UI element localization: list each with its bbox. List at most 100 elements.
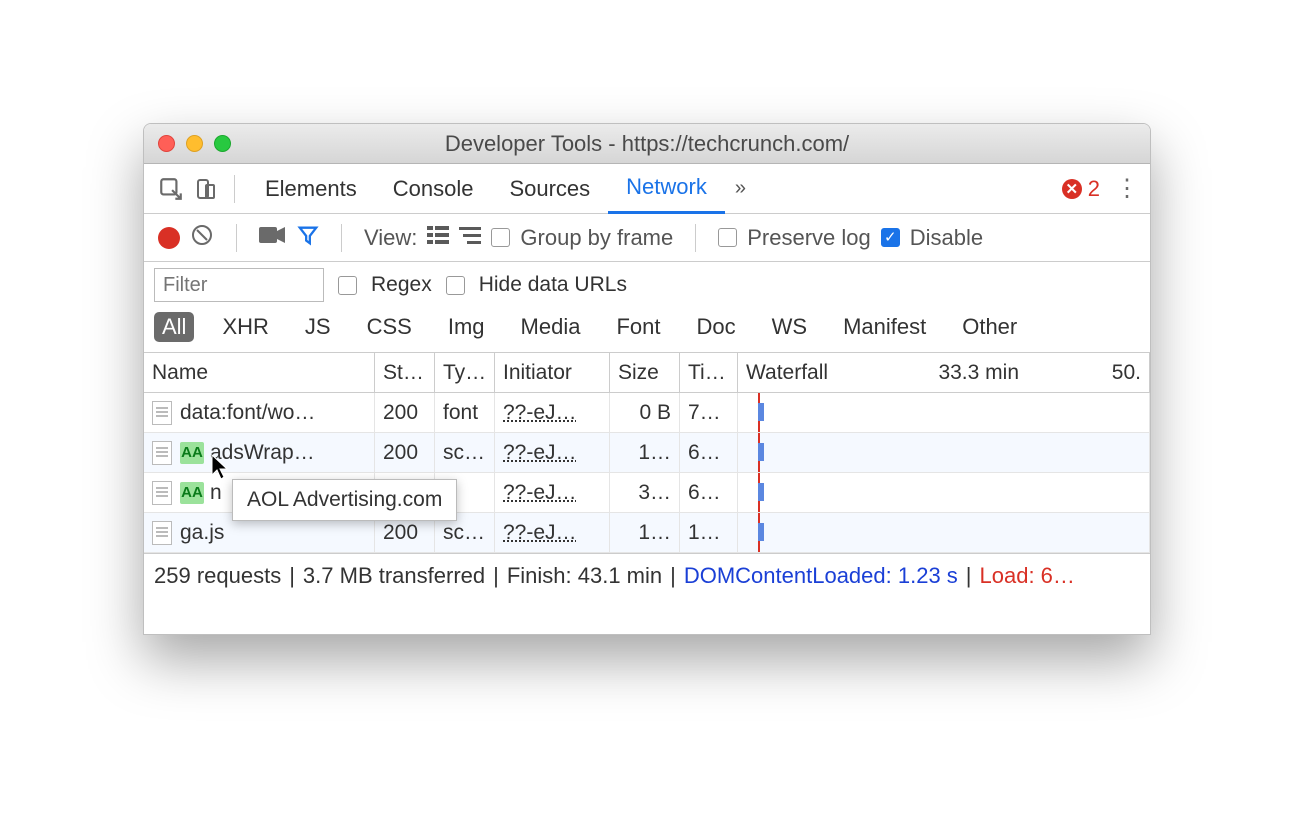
cell-status: 200	[375, 433, 435, 472]
filter-input[interactable]	[154, 268, 324, 302]
cell-initiator[interactable]: ??-eJ…	[503, 401, 577, 425]
filter-media[interactable]: Media	[513, 312, 589, 342]
window-controls	[144, 135, 231, 152]
cell-initiator[interactable]: ??-eJ…	[503, 441, 577, 465]
devtools-tabbar: Elements Console Sources Network » ✕ 2 ⋮	[144, 164, 1150, 214]
disable-cache-checkbox[interactable]	[881, 228, 900, 247]
filter-js[interactable]: JS	[297, 312, 339, 342]
minimize-window-button[interactable]	[186, 135, 203, 152]
screenshot-icon[interactable]	[259, 225, 287, 251]
cell-size: 3…	[610, 473, 680, 512]
table-body: data:font/wo… 200 font ??-eJ… 0 B 7… AA a…	[144, 393, 1150, 553]
tab-elements[interactable]: Elements	[247, 164, 375, 214]
cell-type: sc…	[435, 433, 495, 472]
file-icon	[152, 521, 172, 545]
disable-cache-label: Disable	[910, 225, 983, 251]
separator	[234, 175, 235, 203]
separator	[695, 224, 696, 252]
view-label: View:	[364, 225, 417, 251]
filter-xhr[interactable]: XHR	[214, 312, 276, 342]
filter-font[interactable]: Font	[608, 312, 668, 342]
waterfall-tick: 33.3 min	[938, 361, 1019, 385]
tracker-tooltip: AOL Advertising.com	[232, 479, 457, 521]
regex-label: Regex	[371, 273, 432, 297]
error-count[interactable]: ✕ 2	[1062, 176, 1100, 202]
file-icon	[152, 481, 172, 505]
close-window-button[interactable]	[158, 135, 175, 152]
col-initiator[interactable]: Initiator	[495, 353, 610, 392]
devtools-window: Developer Tools - https://techcrunch.com…	[143, 123, 1151, 635]
preserve-log-checkbox[interactable]	[718, 228, 737, 247]
separator	[236, 224, 237, 252]
status-load: Load: 6…	[980, 563, 1075, 589]
tab-console[interactable]: Console	[375, 164, 492, 214]
regex-checkbox[interactable]	[338, 276, 357, 295]
record-button[interactable]	[158, 227, 180, 249]
group-by-frame-label: Group by frame	[520, 225, 673, 251]
status-domcontentloaded: DOMContentLoaded: 1.23 s	[684, 563, 958, 589]
file-icon	[152, 401, 172, 425]
col-name[interactable]: Name	[144, 353, 375, 392]
settings-menu-icon[interactable]: ⋮	[1110, 174, 1144, 203]
cell-initiator[interactable]: ??-eJ…	[503, 521, 577, 545]
cell-name: adsWrap…	[210, 441, 315, 465]
status-bar: 259 requests | 3.7 MB transferred | Fini…	[144, 553, 1150, 597]
table-row[interactable]: AA adsWrap… 200 sc… ??-eJ… 1… 6…	[144, 433, 1150, 473]
status-finish: Finish: 43.1 min	[507, 563, 662, 589]
tracker-badge: AA	[180, 442, 204, 464]
col-waterfall[interactable]: Waterfall 33.3 min 50.	[738, 353, 1150, 392]
tab-sources[interactable]: Sources	[491, 164, 608, 214]
cell-time: 6…	[680, 473, 738, 512]
clear-button[interactable]	[190, 223, 214, 253]
cell-name: n	[210, 481, 222, 505]
type-filter-bar: All XHR JS CSS Img Media Font Doc WS Man…	[144, 308, 1150, 353]
waterfall-label: Waterfall	[746, 361, 828, 385]
status-requests: 259 requests	[154, 563, 281, 589]
inspect-element-icon[interactable]	[154, 172, 188, 206]
col-status[interactable]: St…	[375, 353, 435, 392]
cell-name: ga.js	[180, 521, 224, 545]
col-size[interactable]: Size	[610, 353, 680, 392]
window-title: Developer Tools - https://techcrunch.com…	[144, 131, 1150, 157]
filter-toggle-icon[interactable]	[297, 224, 319, 252]
file-icon	[152, 441, 172, 465]
cell-status: 200	[375, 393, 435, 432]
network-toolbar: View: Group by frame Preserve log Disabl…	[144, 214, 1150, 262]
filter-img[interactable]: Img	[440, 312, 493, 342]
col-time[interactable]: Ti…	[680, 353, 738, 392]
error-count-label: 2	[1088, 176, 1100, 202]
cell-time: 7…	[680, 393, 738, 432]
status-transferred: 3.7 MB transferred	[303, 563, 485, 589]
filter-doc[interactable]: Doc	[688, 312, 743, 342]
zoom-window-button[interactable]	[214, 135, 231, 152]
table-header: Name St… Ty… Initiator Size Ti… Waterfal…	[144, 353, 1150, 393]
filter-ws[interactable]: WS	[764, 312, 815, 342]
group-by-frame-checkbox[interactable]	[491, 228, 510, 247]
cell-name: data:font/wo…	[180, 401, 315, 425]
filter-css[interactable]: CSS	[359, 312, 420, 342]
separator	[341, 224, 342, 252]
filter-bar: Regex Hide data URLs	[144, 262, 1150, 308]
filter-all[interactable]: All	[154, 312, 194, 342]
hide-data-urls-checkbox[interactable]	[446, 276, 465, 295]
large-rows-icon[interactable]	[427, 224, 449, 252]
cell-type: font	[435, 393, 495, 432]
filter-other[interactable]: Other	[954, 312, 1025, 342]
cell-initiator[interactable]: ??-eJ…	[503, 481, 577, 505]
titlebar: Developer Tools - https://techcrunch.com…	[144, 124, 1150, 164]
error-icon: ✕	[1062, 179, 1082, 199]
filter-manifest[interactable]: Manifest	[835, 312, 934, 342]
tracker-badge: AA	[180, 482, 204, 504]
cell-size: 1…	[610, 433, 680, 472]
more-tabs-icon[interactable]: »	[725, 177, 756, 200]
hide-data-urls-label: Hide data URLs	[479, 273, 627, 297]
cell-size: 1…	[610, 513, 680, 552]
cell-time: 1…	[680, 513, 738, 552]
tab-network[interactable]: Network	[608, 164, 725, 214]
col-type[interactable]: Ty…	[435, 353, 495, 392]
table-row[interactable]: data:font/wo… 200 font ??-eJ… 0 B 7…	[144, 393, 1150, 433]
cell-time: 6…	[680, 433, 738, 472]
cell-size: 0 B	[610, 393, 680, 432]
waterfall-view-icon[interactable]	[459, 224, 481, 252]
device-toolbar-icon[interactable]	[188, 172, 222, 206]
